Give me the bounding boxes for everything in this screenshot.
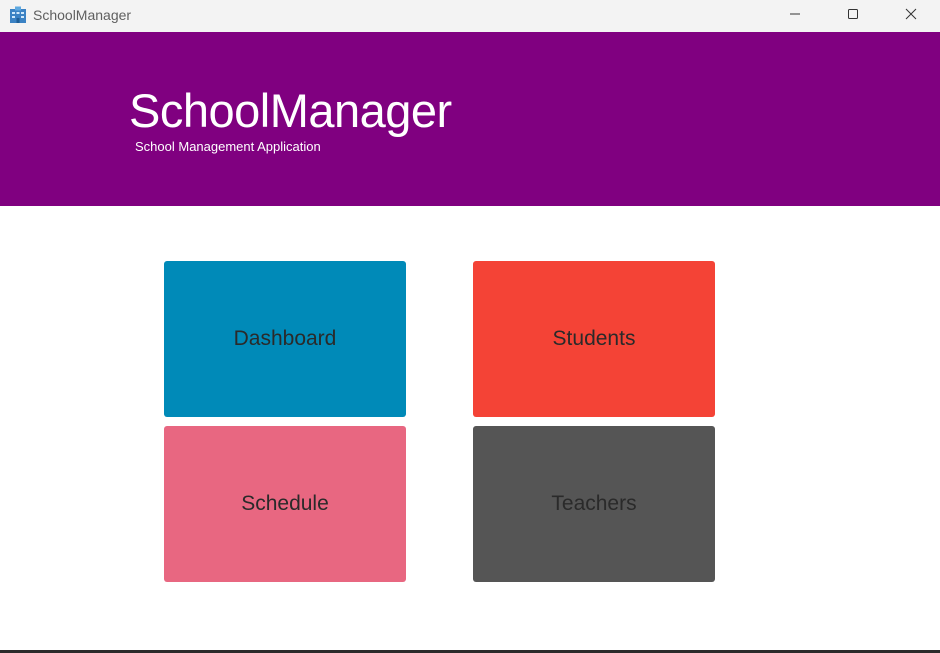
app-title: SchoolManager	[129, 84, 452, 137]
teachers-tile[interactable]: Teachers	[473, 426, 715, 582]
maximize-button[interactable]	[824, 0, 882, 32]
title-bar[interactable]: SchoolManager	[0, 0, 940, 32]
maximize-icon	[847, 7, 859, 25]
minimize-button[interactable]	[766, 0, 824, 32]
close-icon	[905, 7, 917, 25]
app-header: SchoolManager School Management Applicat…	[0, 32, 940, 206]
schedule-tile[interactable]: Schedule	[164, 426, 406, 582]
schedule-tile-label: Schedule	[241, 492, 329, 515]
teachers-tile-label: Teachers	[551, 492, 637, 515]
dashboard-tile-label: Dashboard	[233, 327, 337, 350]
students-tile[interactable]: Students	[473, 261, 715, 417]
building-icon	[9, 6, 27, 24]
dashboard-tile[interactable]: Dashboard	[164, 261, 406, 417]
minimize-icon	[789, 7, 801, 25]
app-subtitle: School Management Application	[135, 139, 321, 154]
close-button[interactable]	[882, 0, 940, 32]
students-tile-label: Students	[552, 327, 636, 350]
app-window: SchoolManager SchoolManager School Manag…	[0, 0, 940, 653]
window-title: SchoolManager	[33, 7, 132, 23]
